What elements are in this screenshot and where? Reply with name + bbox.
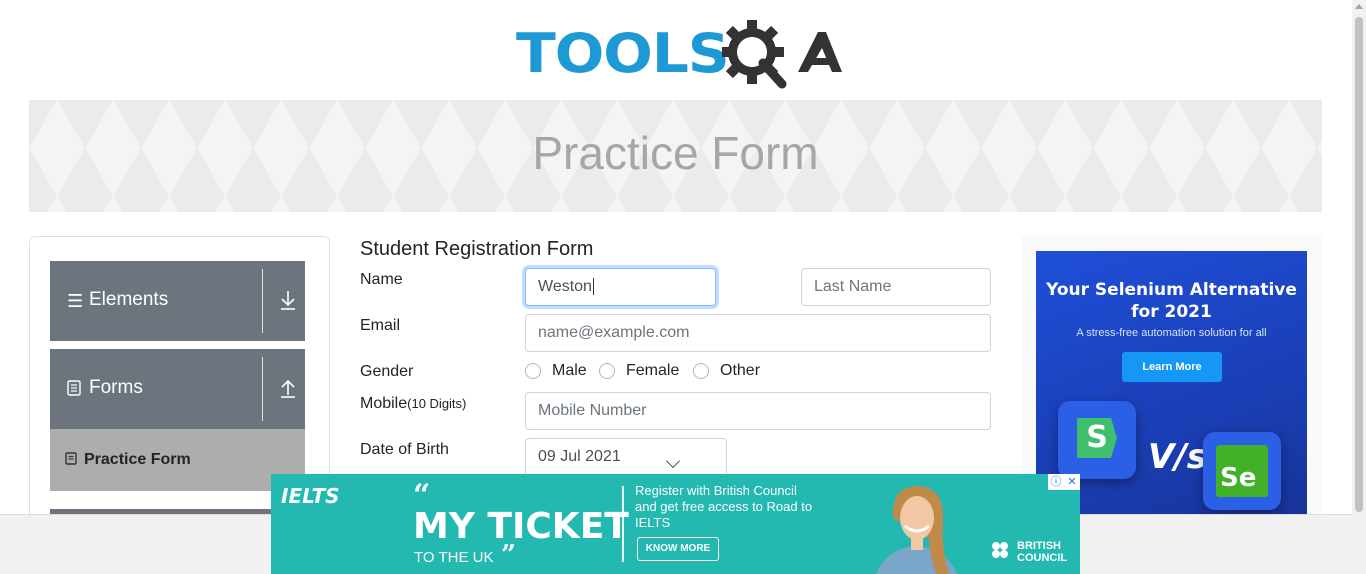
form-title: Student Registration Form [360, 238, 594, 260]
first-name-value: Weston [538, 278, 592, 295]
gender-radio-other[interactable]: Other [693, 362, 760, 380]
ad-headline: MY TICKET [413, 506, 629, 547]
mobile-label: Mobile(10 Digits) [360, 395, 466, 413]
radio-circle[interactable] [525, 363, 541, 379]
gender-label: Gender [360, 363, 414, 380]
email-label: Email [360, 317, 401, 334]
dob-input[interactable]: 09 Jul 2021 [525, 438, 727, 478]
ad-divider [622, 486, 624, 562]
page-banner: Practice Form [29, 100, 1322, 212]
download-arrow-icon[interactable] [278, 288, 298, 312]
logo-text: TOOLS [516, 22, 730, 85]
mobile-hint: (10 Digits) [407, 396, 467, 411]
close-quote-icon: ” [501, 540, 516, 570]
logo-letters: Se [1216, 445, 1268, 497]
radio-circle[interactable] [599, 363, 615, 379]
page-title: Practice Form [532, 127, 819, 179]
katalon-logo: S [1058, 401, 1136, 479]
gender-radio-female[interactable]: Female [599, 362, 679, 380]
scroll-up-icon[interactable] [1355, 4, 1363, 9]
gender-radio-male[interactable]: Male [525, 362, 587, 380]
british-council-logo: BRITISH COUNCIL [991, 540, 1067, 564]
sidebar-group-label: Forms [89, 377, 143, 398]
mobile-input[interactable]: Mobile Number [525, 392, 991, 430]
sponsor-line2: COUNCIL [1017, 552, 1068, 564]
first-name-input[interactable]: Weston [525, 268, 716, 306]
ad-register-text: Register with British Council and get fr… [635, 483, 813, 530]
selenium-logo: Se [1203, 432, 1281, 510]
radio-label: Other [720, 362, 761, 379]
know-more-button[interactable]: KNOW MORE [637, 537, 719, 561]
ad-subline: A stress-free automation solution for al… [1076, 327, 1267, 339]
toolsqa-logo[interactable]: TOOLS [516, 14, 842, 90]
email-input[interactable]: name@example.com [525, 314, 991, 352]
sponsor-line1: BRITISH [1017, 540, 1061, 552]
document-icon [65, 452, 77, 465]
ad-subline: TO THE UK [414, 549, 494, 566]
learn-more-button[interactable]: Learn More [1122, 352, 1222, 382]
radio-label: Female [626, 362, 680, 379]
scrollbar-thumb[interactable] [1355, 17, 1363, 512]
bottom-ad-banner[interactable]: IELTS “ MY TICKET TO THE UK ” Register w… [271, 474, 1080, 574]
logo-letter: S [1077, 418, 1117, 458]
info-icon[interactable]: ⓘ [1048, 474, 1064, 490]
upload-arrow-icon[interactable] [278, 376, 298, 400]
close-icon[interactable]: ✕ [1064, 474, 1080, 490]
radio-circle[interactable] [693, 363, 709, 379]
vs-text: V/s [1148, 437, 1207, 477]
dob-label: Date of Birth [360, 441, 449, 458]
dots-icon [992, 542, 1008, 558]
last-name-input[interactable]: Last Name [801, 268, 991, 306]
sidebar-item-practice-form[interactable]: Practice Form [50, 429, 305, 493]
ad-controls: ⓘ ✕ [1048, 474, 1080, 490]
gear-magnifier-icon [722, 20, 842, 89]
woman-photo [875, 486, 958, 574]
sidebar-group-elements[interactable]: ☰ Elements [50, 261, 305, 341]
hamburger-icon: ☰ [67, 291, 84, 311]
mobile-label-text: Mobile [360, 395, 408, 412]
divider [262, 269, 263, 333]
ad-headline: Your Selenium Alternative for 2021 [1046, 280, 1297, 322]
divider [262, 357, 263, 421]
radio-label: Male [552, 362, 587, 379]
document-icon [67, 380, 81, 396]
sidebar-group-forms[interactable]: Forms [50, 349, 305, 429]
name-label: Name [360, 271, 403, 288]
sidebar-item-label: Practice Form [84, 451, 191, 468]
vertical-scrollbar[interactable] [1352, 0, 1366, 574]
ielts-logo: IELTS [281, 484, 340, 508]
sidebar-group-label: Elements [89, 289, 169, 310]
